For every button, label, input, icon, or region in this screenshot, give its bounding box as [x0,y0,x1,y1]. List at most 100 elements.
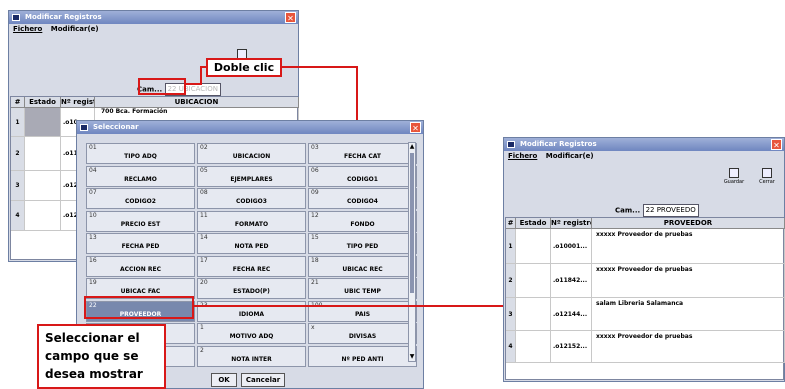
ok-button[interactable]: OK [211,373,237,387]
field-option[interactable]: 13 FECHA PED [86,233,195,254]
row-estado[interactable] [25,201,61,231]
field-option[interactable]: 1 MOTIVO ADQ [197,323,306,344]
col-header-registro[interactable]: Nº registro [551,218,592,229]
row-proveedor[interactable]: salam Libreria Salamanca [592,298,785,331]
row-estado[interactable] [25,171,61,201]
app-icon [80,124,88,131]
field-option[interactable]: 16 ACCION REC [86,255,195,277]
scroll-down-icon[interactable]: ▼ [409,353,415,361]
menu-modificar[interactable]: Modificar(e) [546,152,594,160]
result-window-menubar: Fichero Modificar(e) [504,151,784,162]
scroll-up-icon[interactable]: ▲ [409,143,415,151]
field-option[interactable]: 20 ESTADO(P) [197,278,306,299]
field-option-label: NOTA INTER [231,355,272,363]
field-option[interactable]: 08 CODIGO3 [197,188,306,209]
field-option[interactable]: 14 NOTA PED [197,233,306,254]
menu-fichero[interactable]: Fichero [13,25,42,33]
row-registro[interactable]: .o12152... [551,331,592,363]
row-proveedor[interactable]: xxxxx Proveedor de pruebas [592,264,785,298]
field-option[interactable]: 05 EJEMPLARES [197,165,306,187]
field-option[interactable]: 2 NOTA INTER [197,345,306,367]
field-option-label: FORMATO [234,220,269,228]
col-header-ubicacion[interactable]: UBICACION [95,97,299,108]
close-label: Cerrar [759,179,775,185]
row-number[interactable]: 2 [11,137,25,171]
row-proveedor[interactable]: xxxxx Proveedor de pruebas [592,229,785,264]
row-estado[interactable] [516,229,551,264]
row-number[interactable]: 3 [506,298,516,331]
cancel-button[interactable]: Cancelar [241,373,285,387]
field-option[interactable]: 03 FECHA CAT [308,143,417,164]
row-number[interactable]: 1 [11,108,25,137]
field-option-label: FECHA CAT [343,153,382,160]
row-number[interactable]: 4 [11,201,25,231]
connector-line [194,305,520,307]
result-window-titlebar[interactable]: Modificar Registros ✕ [504,138,784,151]
field-option[interactable]: 12 FONDO [308,210,417,232]
field-option-label: Nº PED ANTI [341,355,384,363]
row-registro[interactable]: .o10001... [551,229,592,264]
field-option[interactable]: 11 FORMATO [197,210,306,232]
field-option-label: MOTIVO ADQ [229,333,274,340]
close-icon[interactable]: ✕ [285,12,296,23]
field-selector-input[interactable]: 22 PROVEEDO [642,204,699,217]
row-estado[interactable] [25,108,61,137]
close-icon[interactable]: ✕ [410,122,421,133]
field-option-label: FONDO [350,220,375,228]
field-option[interactable]: 02 UBICACION [197,143,306,164]
row-number[interactable]: 3 [11,171,25,201]
scrollbar[interactable]: ▲ ▼ [408,142,416,362]
field-option[interactable]: 17 FECHA REC [197,255,306,277]
field-option[interactable]: 21 UBIC TEMP [308,278,417,299]
field-option[interactable]: 18 UBICAC REC [308,255,417,277]
col-header-index[interactable]: # [11,97,25,108]
col-header-proveedor[interactable]: PROVEEDOR [592,218,785,229]
back-window-titlebar[interactable]: Modificar Registros ✕ [9,11,298,24]
close-button[interactable]: Cerrar [754,168,780,185]
field-option[interactable]: 09 CODIGO4 [308,188,417,209]
row-registro[interactable]: .o12144... [551,298,592,331]
field-selector-label: Cam... [615,206,641,215]
field-option[interactable]: 100PAIS [308,300,417,322]
connector-line [282,66,358,68]
row-registro[interactable]: .o11842... [551,264,592,298]
col-header-registro[interactable]: Nº registro [61,97,95,108]
field-option[interactable]: 04 RECLAMO [86,165,195,187]
row-estado[interactable] [516,264,551,298]
col-header-estado[interactable]: Estado [516,218,551,229]
field-option[interactable]: 23IDIOMA [197,300,306,322]
close-icon[interactable]: ✕ [771,139,782,150]
doble-clic-text: Doble clic [213,61,275,74]
row-number[interactable]: 1 [506,229,516,264]
connector-line [200,66,202,85]
row-number[interactable]: 4 [506,331,516,363]
app-icon [507,141,515,148]
row-number[interactable]: 2 [506,264,516,298]
field-option[interactable]: 01 TIPO ADQ [86,143,195,164]
field-option[interactable]: 07 CODIGO2 [86,188,195,209]
seleccionar-callout: Seleccionar el campo que se desea mostra… [37,324,166,389]
field-selector: Cam... 22 PROVEEDO [615,204,699,217]
field-option-label: UBICACION [232,153,271,160]
row-estado[interactable] [25,137,61,171]
row-proveedor[interactable]: xxxxx Proveedor de pruebas [592,331,785,363]
col-header-estado[interactable]: Estado [25,97,61,108]
save-button[interactable]: Guardar [721,168,747,185]
menu-modificar[interactable]: Modificar(e) [51,25,99,33]
col-header-index[interactable]: # [506,218,516,229]
field-option-label: NOTA PED [234,243,269,250]
menu-fichero[interactable]: Fichero [508,152,537,160]
row-estado[interactable] [516,298,551,331]
scroll-thumb[interactable] [410,153,414,293]
field-option[interactable]: 10 PRECIO EST [86,210,195,232]
row-estado[interactable] [516,331,551,363]
field-option[interactable]: x DIVISAS [308,323,417,344]
field-option[interactable]: 06 CODIGO1 [308,165,417,187]
field-option[interactable]: Nº PED ANTI [308,345,417,367]
dialog-titlebar[interactable]: Seleccionar ✕ [77,121,423,134]
field-option-label: UBIC TEMP [344,288,381,295]
field-option-number: 2 [200,346,204,354]
field-option[interactable]: 15 TIPO PED [308,233,417,254]
field-option-label: CODIGO2 [125,198,156,205]
connector-line [186,83,200,85]
